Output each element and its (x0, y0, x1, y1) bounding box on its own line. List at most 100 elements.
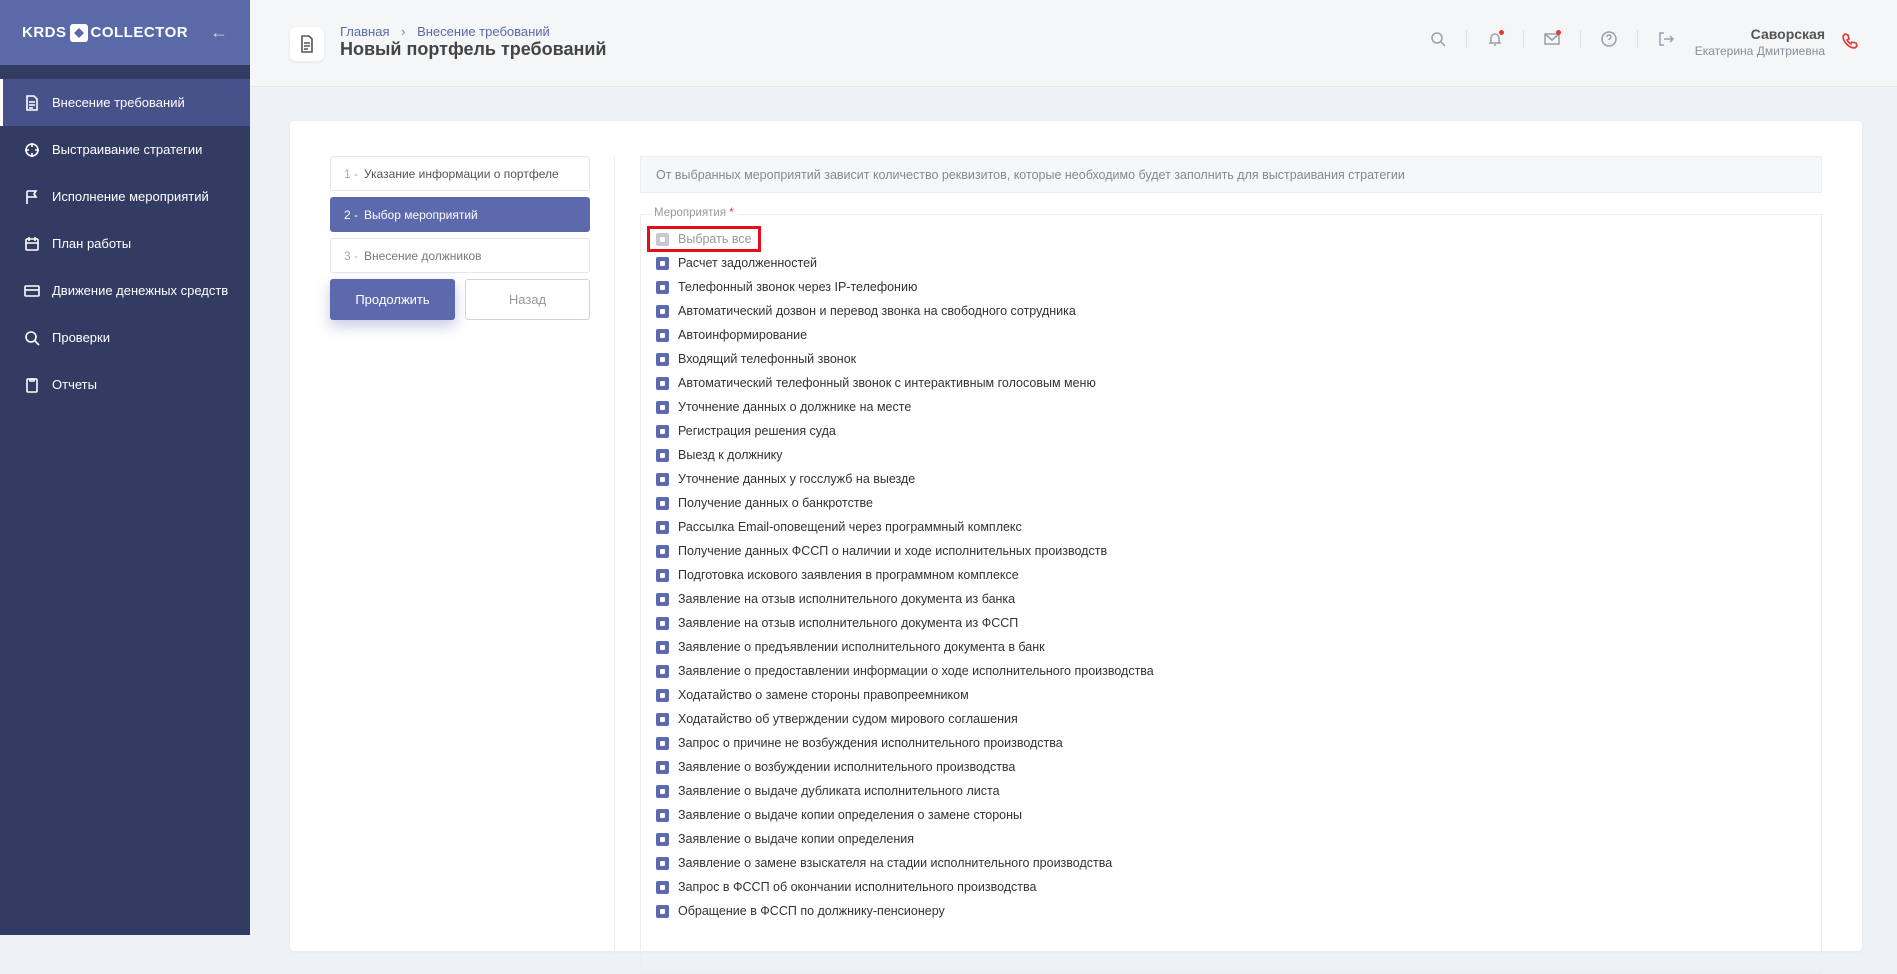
event-option[interactable]: Уточнение данных о должнике на месте (656, 395, 1821, 419)
event-label: Запрос о причине не возбуждения исполнит… (678, 736, 1063, 750)
logo-cube-icon (69, 23, 88, 42)
event-option[interactable]: Заявление о выдаче копии определения о з… (656, 803, 1821, 827)
event-option[interactable]: Входящий телефонный звонок (656, 347, 1821, 371)
event-checkbox[interactable] (656, 808, 669, 822)
event-checkbox[interactable] (656, 688, 669, 702)
logo-right: COLLECTOR (90, 24, 189, 41)
search-icon[interactable] (1430, 31, 1446, 47)
event-option[interactable]: Запрос о причине не возбуждения исполнит… (656, 731, 1821, 755)
event-option[interactable]: Автоинформирование (656, 323, 1821, 347)
event-option[interactable]: Автоматический дозвон и перевод звонка н… (656, 299, 1821, 323)
event-label: Запрос в ФССП об окончании исполнительно… (678, 880, 1037, 894)
event-checkbox[interactable] (656, 760, 669, 774)
events-list: Выбрать все Расчет задолженностей Телефон… (641, 215, 1821, 923)
event-checkbox[interactable] (656, 496, 669, 510)
event-option[interactable]: Запрос в ФССП об окончании исполнительно… (656, 875, 1821, 899)
event-label: Автоматический дозвон и перевод звонка н… (678, 304, 1076, 318)
event-checkbox[interactable] (656, 304, 669, 318)
event-option[interactable]: Заявление о возбуждении исполнительного … (656, 755, 1821, 779)
event-checkbox[interactable] (656, 520, 669, 534)
flag-icon (24, 189, 40, 205)
event-checkbox[interactable] (656, 400, 669, 414)
event-label: Входящий телефонный звонок (678, 352, 857, 366)
collapse-sidebar-icon[interactable]: ← (210, 22, 228, 43)
event-label: Заявление о замене взыскателя на стадии … (678, 856, 1113, 870)
event-checkbox[interactable] (656, 712, 669, 726)
event-checkbox[interactable] (656, 880, 669, 894)
event-option[interactable]: Рассылка Email-оповещений через программ… (656, 515, 1821, 539)
event-option[interactable]: Заявление о предоставлении информации о … (656, 659, 1821, 683)
step-select-events[interactable]: 2 - Выбор мероприятий (330, 197, 590, 232)
event-checkbox[interactable] (656, 424, 669, 438)
event-option[interactable]: Расчет задолженностей (656, 251, 1821, 275)
event-checkbox[interactable] (656, 328, 669, 342)
notification-bell-icon[interactable] (1487, 30, 1504, 47)
event-label: Заявление о предоставлении информации о … (678, 664, 1154, 678)
phone-icon[interactable] (1841, 32, 1859, 50)
event-checkbox[interactable] (656, 592, 669, 606)
step-portfolio-info[interactable]: 1 - Указание информации о портфеле (330, 156, 590, 191)
sidebar-item-checks[interactable]: Проверки (0, 314, 250, 361)
event-option[interactable]: Заявление о замене взыскателя на стадии … (656, 851, 1821, 875)
event-label: Заявление о предъявлении исполнительного… (678, 640, 1045, 654)
divider (1637, 30, 1638, 48)
event-checkbox[interactable] (656, 256, 669, 270)
unread-dot (1556, 30, 1561, 35)
event-checkbox[interactable] (656, 832, 669, 846)
event-checkbox[interactable] (656, 736, 669, 750)
event-checkbox[interactable] (656, 448, 669, 462)
logo[interactable]: KRDS COLLECTOR (22, 23, 189, 42)
events-legend-label: Мероприятия (654, 207, 727, 219)
event-checkbox[interactable] (656, 376, 669, 390)
event-option[interactable]: Заявление о выдаче дубликата исполнитель… (656, 779, 1821, 803)
breadcrumb-current-link[interactable]: Внесение требований (417, 24, 550, 39)
event-label: Получение данных ФССП о наличии и ходе и… (678, 544, 1108, 558)
event-checkbox[interactable] (656, 616, 669, 630)
breadcrumb-home-link[interactable]: Главная (340, 24, 389, 39)
event-option[interactable]: Выезд к должнику (656, 443, 1821, 467)
back-button[interactable]: Назад (465, 279, 590, 320)
event-option[interactable]: Заявление о выдаче копии определения (656, 827, 1821, 851)
events-legend: Мероприятия * (651, 207, 737, 219)
event-option[interactable]: Подготовка искового заявления в программ… (656, 563, 1821, 587)
event-option[interactable]: Заявление на отзыв исполнительного докум… (656, 611, 1821, 635)
event-label: Подготовка искового заявления в программ… (678, 568, 1019, 582)
event-option[interactable]: Ходатайство об утверждении судом мировог… (656, 707, 1821, 731)
event-option[interactable]: Получение данных ФССП о наличии и ходе и… (656, 539, 1821, 563)
event-checkbox[interactable] (656, 352, 669, 366)
mail-icon[interactable] (1544, 30, 1561, 47)
event-checkbox[interactable] (656, 856, 669, 870)
logout-icon[interactable] (1658, 31, 1674, 47)
event-option[interactable]: Телефонный звонок через IP-телефонию (656, 275, 1821, 299)
event-option[interactable]: Регистрация решения суда (656, 419, 1821, 443)
event-option[interactable]: Автоматический телефонный звонок с интер… (656, 371, 1821, 395)
help-icon[interactable] (1601, 31, 1617, 47)
step-debtors[interactable]: 3 - Внесение должников (330, 238, 590, 273)
event-option[interactable]: Ходатайство о замене стороны правопреемн… (656, 683, 1821, 707)
event-checkbox[interactable] (656, 664, 669, 678)
sidebar-item-reports[interactable]: Отчеты (0, 361, 250, 408)
event-checkbox[interactable] (656, 784, 669, 798)
event-option[interactable]: Уточнение данных у госслужб на выезде (656, 467, 1821, 491)
user-first-name: Екатерина Дмитриевна (1694, 44, 1825, 58)
event-checkbox[interactable] (656, 280, 669, 294)
continue-button[interactable]: Продолжить (330, 279, 455, 320)
sidebar-item-execution[interactable]: Исполнение мероприятий (0, 173, 250, 220)
event-checkbox[interactable] (656, 640, 669, 654)
event-option[interactable]: Обращение в ФССП по должнику-пенсионеру (656, 899, 1821, 923)
sidebar-item-plan[interactable]: План работы (0, 220, 250, 267)
event-option[interactable]: Заявление о предъявлении исполнительного… (656, 635, 1821, 659)
event-option[interactable]: Получение данных о банкротстве (656, 491, 1821, 515)
event-checkbox[interactable] (656, 904, 669, 918)
event-checkbox[interactable] (656, 544, 669, 558)
sidebar-item-claims[interactable]: Внесение требований (0, 79, 250, 126)
event-checkbox[interactable] (656, 568, 669, 582)
sidebar: KRDS COLLECTOR ← Внесение требований Выс… (0, 0, 250, 935)
sidebar-item-strategy[interactable]: Выстраивание стратегии (0, 126, 250, 173)
event-option[interactable]: Заявление на отзыв исполнительного докум… (656, 587, 1821, 611)
event-checkbox[interactable] (656, 472, 669, 486)
select-all-option[interactable]: Выбрать все (647, 226, 1821, 252)
sidebar-item-cashflow[interactable]: Движение денежных средств (0, 267, 250, 314)
user-info[interactable]: Саворская Екатерина Дмитриевна (1695, 26, 1825, 58)
vertical-divider (614, 156, 615, 956)
